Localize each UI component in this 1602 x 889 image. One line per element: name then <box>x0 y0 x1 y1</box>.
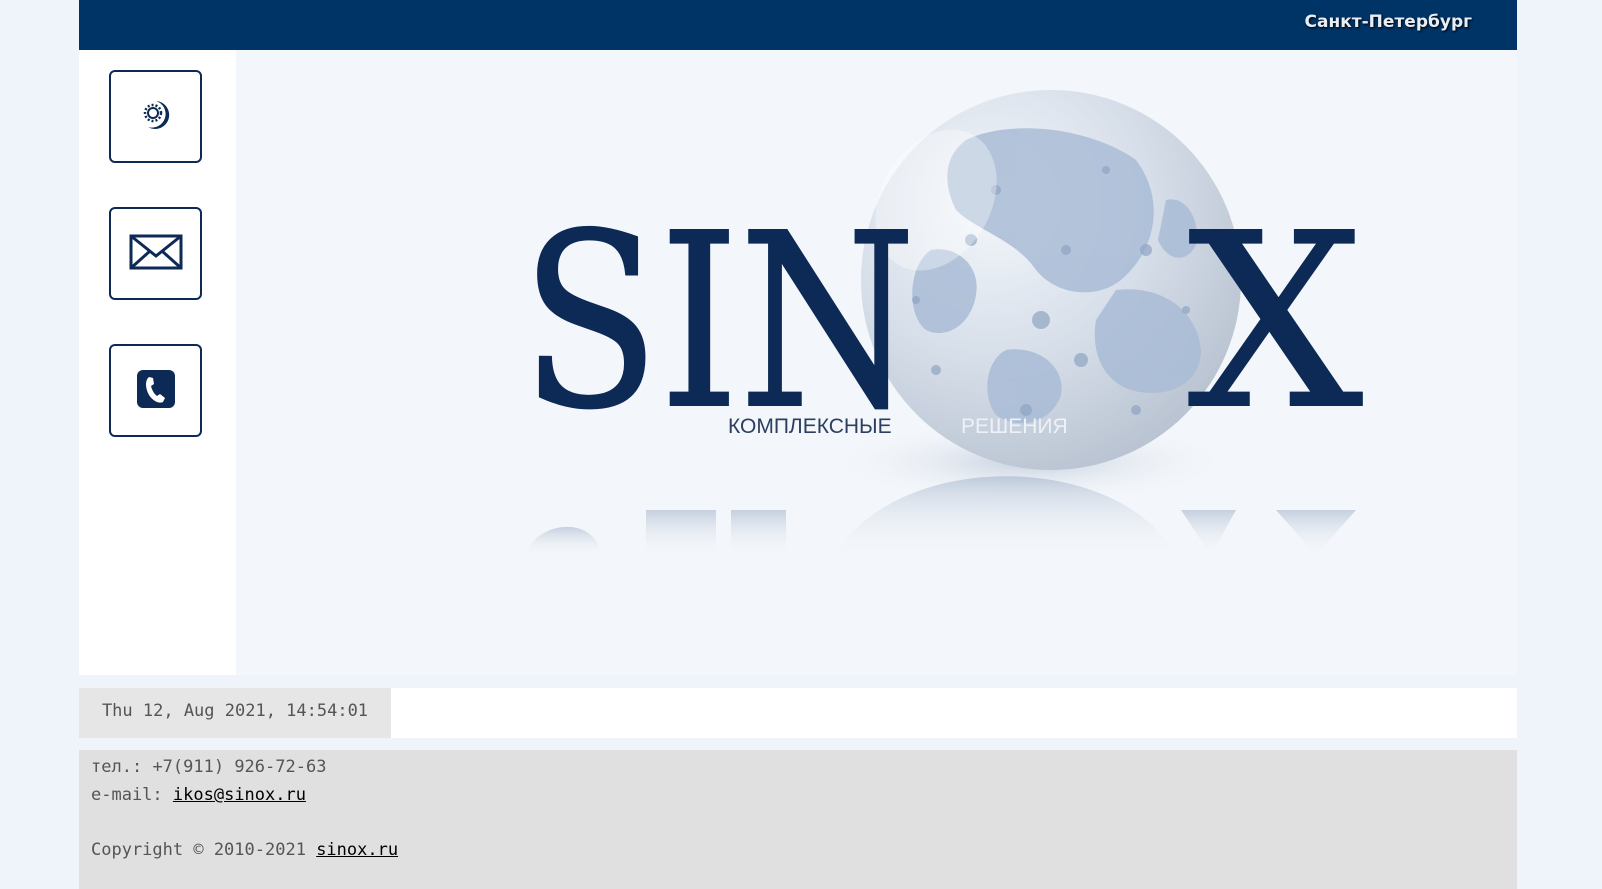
phone-icon <box>135 368 177 414</box>
main-content: SIN X КОМПЛЕКСНЫЕ РЕШЕНИЯ <box>236 50 1517 675</box>
sidebar <box>79 50 236 675</box>
envelope-icon <box>129 232 183 276</box>
theme-button[interactable] <box>109 70 202 163</box>
phone-button[interactable] <box>109 344 202 437</box>
site-link[interactable]: sinox.ru <box>316 840 398 860</box>
footer-email-line: e-mail: ikos@sinox.ru <box>91 785 306 805</box>
logo-wordmark-right: X <box>1188 182 1363 462</box>
city-label: Санкт-Петербург <box>1304 12 1472 32</box>
footer-copyright-line: Copyright © 2010-2021 sinox.ru <box>91 840 398 860</box>
email-button[interactable] <box>109 207 202 300</box>
sinox-logo: SIN X КОМПЛЕКСНЫЕ РЕШЕНИЯ <box>520 90 1364 555</box>
moon-sun-icon <box>136 95 176 139</box>
datetime-display: Thu 12, Aug 2021, 14:54:01 <box>79 688 391 738</box>
copyright-text: Copyright © 2010-2021 <box>91 840 306 860</box>
logo-reflection <box>526 476 1356 555</box>
status-bar: Thu 12, Aug 2021, 14:54:01 <box>79 688 1517 738</box>
phone-label: тел.: <box>91 757 143 777</box>
logo-tagline-right: РЕШЕНИЯ <box>961 415 1068 438</box>
footer-phone-line: тел.: +7(911) 926-72-63 <box>91 757 326 777</box>
email-link[interactable]: ikos@sinox.ru <box>173 785 306 805</box>
email-label: e-mail: <box>91 785 163 805</box>
footer: тел.: +7(911) 926-72-63 e-mail: ikos@sin… <box>79 750 1517 889</box>
phone-number: +7(911) 926-72-63 <box>152 757 327 777</box>
top-bar: Санкт-Петербург <box>79 0 1517 50</box>
logo-tagline-left: КОМПЛЕКСНЫЕ <box>728 415 892 438</box>
